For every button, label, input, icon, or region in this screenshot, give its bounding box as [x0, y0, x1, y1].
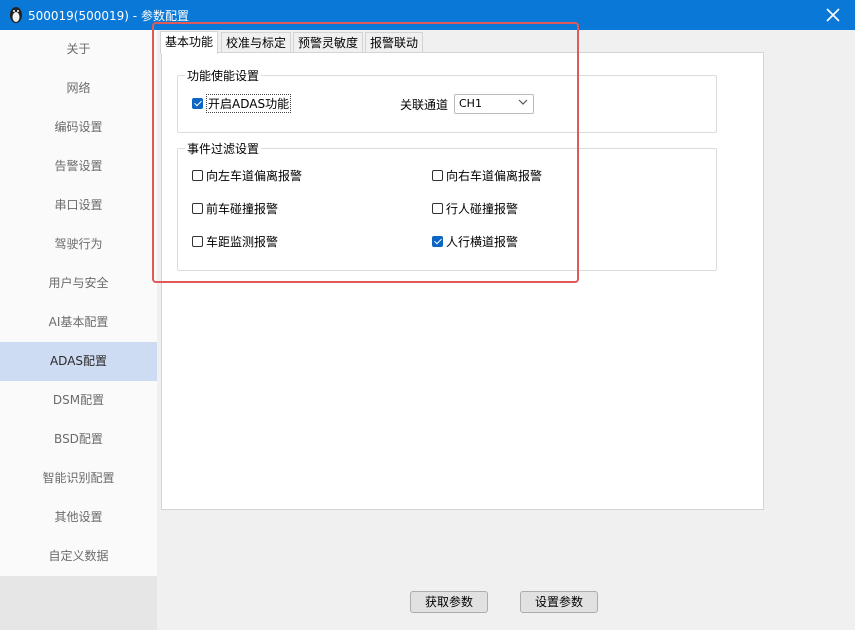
forward-collision-label: 前车碰撞报警 — [206, 202, 279, 216]
sidebar-item-about[interactable]: 关于 — [0, 30, 157, 69]
sidebar-item-adas[interactable]: ADAS配置 — [0, 342, 157, 381]
pedestrian-collision-checkbox[interactable]: 行人碰撞报警 — [432, 200, 518, 217]
sidebar-item-network[interactable]: 网络 — [0, 69, 157, 108]
title-bar: 500019(500019) - 参数配置 — [0, 0, 855, 30]
sidebar-item-user-security[interactable]: 用户与安全 — [0, 264, 157, 303]
tab-warning-sensitivity[interactable]: 预警灵敏度 — [293, 32, 364, 53]
distance-monitoring-label: 车距监测报警 — [206, 235, 279, 249]
checkbox-checked-icon — [192, 98, 203, 109]
left-lane-departure-label: 向左车道偏离报警 — [206, 169, 303, 183]
checkbox-icon — [192, 170, 203, 181]
sidebar-item-driving-behavior[interactable]: 驾驶行为 — [0, 225, 157, 264]
checkbox-icon — [432, 203, 443, 214]
sidebar-nav: 关于 网络 编码设置 告警设置 串口设置 驾驶行为 用户与安全 AI基本配置 A… — [0, 30, 157, 576]
left-lane-departure-checkbox[interactable]: 向左车道偏离报警 — [192, 167, 302, 184]
chevron-down-icon — [518, 99, 528, 105]
event-filter-group-title: 事件过滤设置 — [185, 141, 262, 157]
tab-alarm-linkage[interactable]: 报警联动 — [365, 32, 424, 53]
sidebar: 关于 网络 编码设置 告警设置 串口设置 驾驶行为 用户与安全 AI基本配置 A… — [0, 30, 157, 630]
pedestrian-collision-label: 行人碰撞报警 — [446, 202, 519, 216]
sidebar-item-smart-recognition[interactable]: 智能识别配置 — [0, 459, 157, 498]
channel-select[interactable]: CH1 — [454, 94, 534, 114]
get-params-button[interactable]: 获取参数 — [410, 591, 488, 613]
enable-adas-checkbox[interactable]: 开启ADAS功能 — [192, 94, 292, 113]
sidebar-item-other[interactable]: 其他设置 — [0, 498, 157, 537]
crosswalk-checkbox[interactable]: 人行横道报警 — [432, 233, 518, 250]
checkbox-checked-icon — [432, 236, 443, 247]
tab-panel: 功能使能设置 开启ADAS功能 关联通道 CH1 事件过滤设置 向左车道偏离报警 — [161, 52, 764, 510]
enable-adas-label: 开启ADAS功能 — [206, 94, 292, 113]
sidebar-item-bsd[interactable]: BSD配置 — [0, 420, 157, 459]
distance-monitoring-checkbox[interactable]: 车距监测报警 — [192, 233, 278, 250]
function-enable-group: 功能使能设置 开启ADAS功能 关联通道 CH1 — [177, 68, 717, 133]
sidebar-item-custom-data[interactable]: 自定义数据 — [0, 537, 157, 576]
sidebar-item-serial[interactable]: 串口设置 — [0, 186, 157, 225]
app-icon — [10, 7, 22, 23]
checkbox-icon — [192, 236, 203, 247]
set-params-button[interactable]: 设置参数 — [520, 591, 598, 613]
checkbox-icon — [432, 170, 443, 181]
close-button[interactable] — [811, 0, 855, 30]
right-lane-departure-checkbox[interactable]: 向右车道偏离报警 — [432, 167, 542, 184]
channel-label: 关联通道 — [400, 98, 449, 112]
checkbox-icon — [192, 203, 203, 214]
sidebar-item-ai-basic[interactable]: AI基本配置 — [0, 303, 157, 342]
channel-select-value: CH1 — [459, 97, 482, 110]
window-title: 500019(500019) - 参数配置 — [28, 9, 189, 23]
sidebar-item-encoding[interactable]: 编码设置 — [0, 108, 157, 147]
event-filter-group: 事件过滤设置 向左车道偏离报警 向右车道偏离报警 前车碰撞报警 行人碰撞报警 车… — [177, 141, 717, 271]
function-enable-group-title: 功能使能设置 — [185, 68, 262, 84]
sidebar-item-dsm[interactable]: DSM配置 — [0, 381, 157, 420]
right-lane-departure-label: 向右车道偏离报警 — [446, 169, 543, 183]
forward-collision-checkbox[interactable]: 前车碰撞报警 — [192, 200, 278, 217]
content-area: 基本功能 校准与标定 预警灵敏度 报警联动 功能使能设置 开启ADAS功能 关联… — [158, 30, 855, 630]
sidebar-item-alarm[interactable]: 告警设置 — [0, 147, 157, 186]
crosswalk-label: 人行横道报警 — [446, 235, 519, 249]
tab-calibration[interactable]: 校准与标定 — [221, 32, 292, 53]
close-icon — [826, 8, 840, 22]
tab-basic-function[interactable]: 基本功能 — [160, 31, 219, 54]
